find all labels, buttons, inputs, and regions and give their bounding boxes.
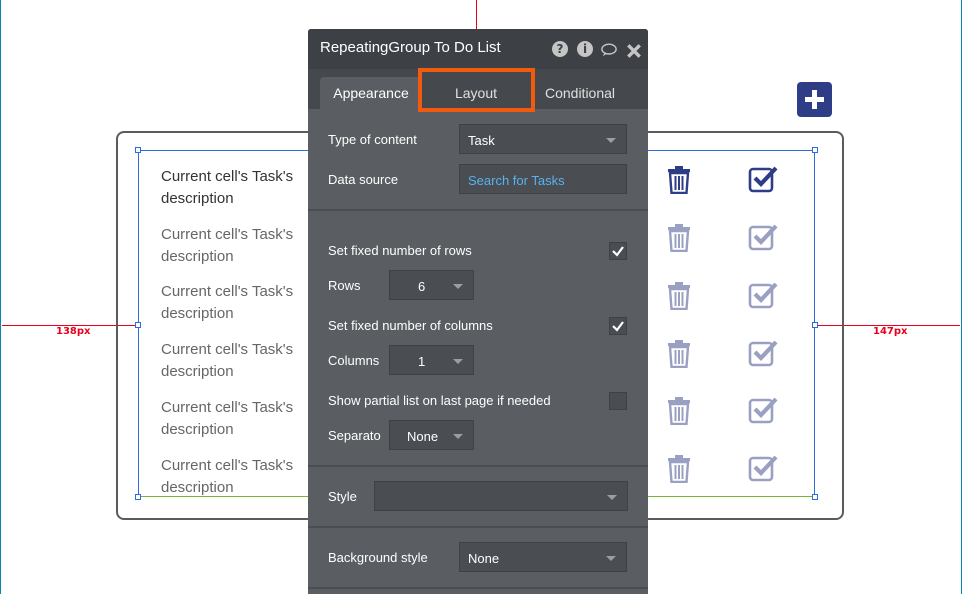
resize-handle-top-left[interactable]: [135, 147, 141, 153]
separator-label: Separato: [328, 428, 381, 443]
trash-icon[interactable]: [667, 224, 691, 252]
chevron-down-icon: [606, 556, 616, 561]
checkbox-checked-icon[interactable]: [748, 223, 778, 251]
trash-icon[interactable]: [667, 340, 691, 368]
background-style-label: Background style: [328, 550, 428, 565]
trash-icon[interactable]: [667, 397, 691, 425]
resize-handle-middle-left[interactable]: [135, 322, 141, 328]
add-task-button[interactable]: [797, 82, 832, 117]
cell-description: Current cell's Task's description: [161, 399, 294, 438]
rows-dropdown[interactable]: 6: [389, 270, 474, 300]
type-of-content-label: Type of content: [328, 132, 417, 147]
page-left-edge: [0, 0, 1, 594]
checkmark-icon: [612, 321, 624, 332]
resize-handle-top-right[interactable]: [812, 147, 818, 153]
style-label: Style: [328, 489, 357, 504]
separator-dropdown[interactable]: None: [389, 420, 474, 450]
tab-appearance[interactable]: Appearance: [320, 77, 422, 109]
section-divider: [308, 465, 648, 467]
rows-label: Rows: [328, 278, 361, 293]
property-editor-panel: RepeatingGroup To Do List ? i Appearance…: [308, 29, 648, 594]
checkmark-icon: [612, 246, 624, 257]
panel-title: RepeatingGroup To Do List: [320, 39, 501, 56]
comment-icon[interactable]: [601, 42, 617, 58]
help-icon[interactable]: ?: [552, 41, 568, 57]
close-icon[interactable]: [626, 43, 642, 59]
style-dropdown[interactable]: [374, 481, 628, 511]
checkbox-checked-icon[interactable]: [748, 454, 778, 482]
trash-icon[interactable]: [667, 166, 691, 194]
type-of-content-dropdown[interactable]: Task: [459, 124, 627, 154]
resize-handle-bottom-right[interactable]: [812, 494, 818, 500]
chevron-down-icon: [453, 284, 463, 289]
chevron-down-icon: [453, 434, 463, 439]
partial-list-label: Show partial list on last page if needed: [328, 393, 551, 408]
cell-description: Current cell's Task's description: [161, 283, 294, 322]
info-icon[interactable]: i: [577, 41, 593, 57]
cell-description: Current cell's Task's description: [161, 226, 294, 265]
checkbox-checked-icon[interactable]: [748, 339, 778, 367]
chevron-down-icon: [606, 138, 616, 143]
resize-handle-bottom-left[interactable]: [135, 494, 141, 500]
fixed-columns-label: Set fixed number of columns: [328, 318, 493, 333]
partial-list-checkbox[interactable]: [609, 392, 627, 410]
columns-label: Columns: [328, 353, 380, 368]
section-divider: [308, 587, 648, 589]
top-guide-line: [476, 0, 477, 29]
left-distance-label: 138px: [56, 326, 91, 337]
chevron-down-icon: [453, 359, 463, 364]
layout-tab-highlight: [418, 68, 535, 112]
trash-icon[interactable]: [667, 282, 691, 310]
type-of-content-value: Task: [468, 133, 495, 148]
rows-value: 6: [418, 279, 426, 294]
separator-value: None: [407, 429, 439, 444]
panel-title-bar[interactable]: RepeatingGroup To Do List ? i: [308, 29, 648, 69]
right-distance-label: 147px: [873, 326, 908, 337]
data-source-label: Data source: [328, 172, 399, 187]
columns-dropdown[interactable]: 1: [389, 345, 474, 375]
section-divider: [308, 526, 648, 528]
tab-conditional[interactable]: Conditional: [530, 77, 630, 109]
fixed-columns-checkbox[interactable]: [609, 317, 627, 335]
fixed-rows-checkbox[interactable]: [609, 242, 627, 260]
data-source-value[interactable]: Search for Tasks: [468, 173, 565, 188]
data-source-field[interactable]: Search for Tasks: [459, 164, 627, 194]
checkbox-checked-icon[interactable]: [748, 396, 778, 424]
checkbox-checked-icon[interactable]: [748, 165, 778, 193]
trash-icon[interactable]: [667, 455, 691, 483]
background-style-value: None: [468, 551, 500, 566]
cell-description: Current cell's Task's description: [161, 457, 294, 495]
checkbox-checked-icon[interactable]: [748, 281, 778, 309]
cell-description: Current cell's Task's description: [161, 168, 294, 207]
chevron-down-icon: [607, 495, 617, 500]
columns-value: 1: [418, 354, 426, 369]
section-divider: [308, 209, 648, 211]
background-style-dropdown[interactable]: None: [459, 542, 627, 572]
resize-handle-middle-right[interactable]: [812, 322, 818, 328]
cell-description: Current cell's Task's description: [161, 341, 294, 380]
fixed-rows-label: Set fixed number of rows: [328, 243, 472, 258]
